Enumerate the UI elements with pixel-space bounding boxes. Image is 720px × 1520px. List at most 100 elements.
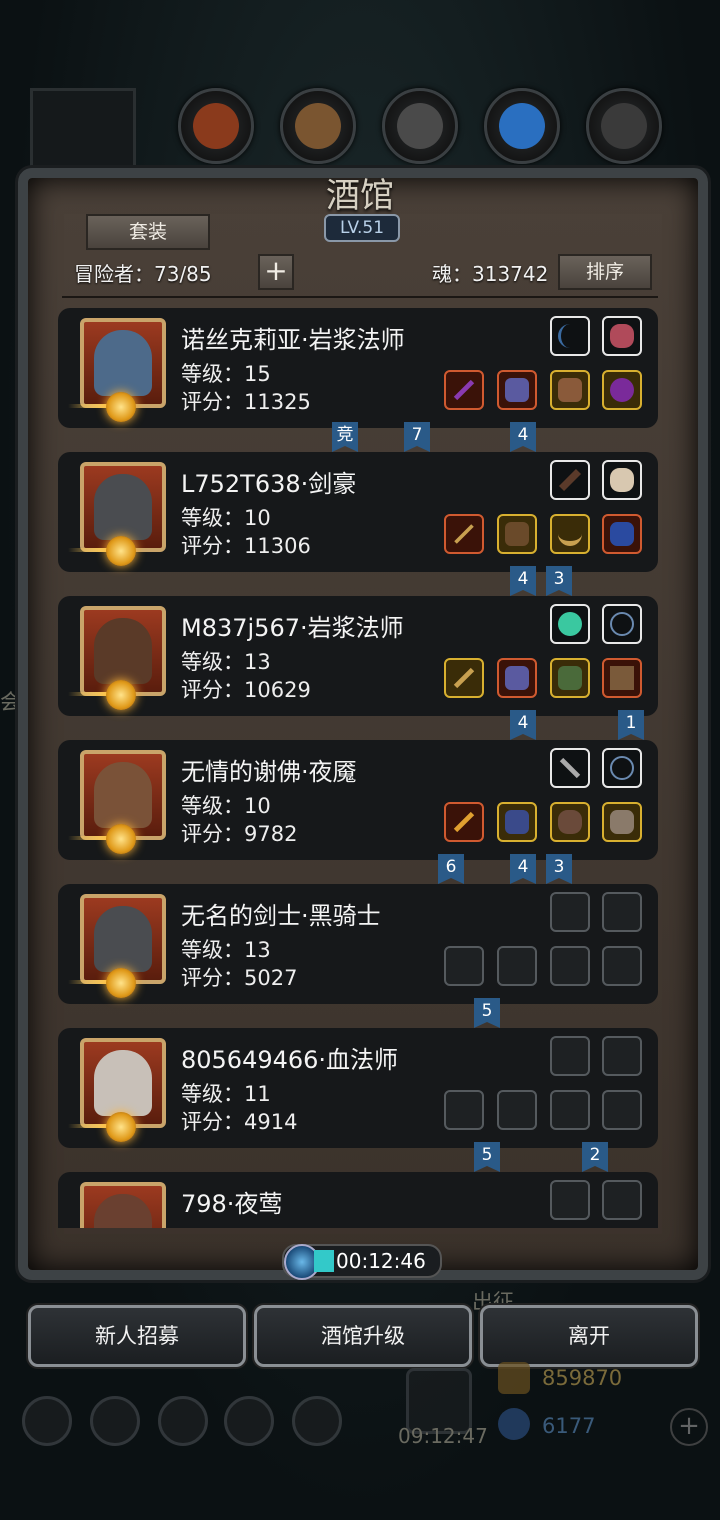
- hero-level: 等级：11: [181, 1082, 271, 1106]
- rank-badge-icon: [106, 1112, 136, 1142]
- hero-name: M837j567·岩浆法师: [181, 614, 404, 642]
- hero-score: 评分：10629: [181, 678, 311, 702]
- hero-card[interactable]: 无情的谢佛·夜魇 等级：10 评分：9782: [58, 740, 658, 860]
- hero-card[interactable]: L752T638·剑豪 等级：10 评分：11306: [58, 452, 658, 572]
- mail-icon[interactable]: [224, 1396, 274, 1446]
- jade-stone-icon[interactable]: [550, 604, 590, 644]
- hero-card[interactable]: M837j567·岩浆法师 等级：13 评分：10629: [58, 596, 658, 716]
- blue-crystal-icon[interactable]: [484, 88, 560, 164]
- timer-progress: [314, 1250, 334, 1272]
- hero-name: 无情的谢佛·夜魇: [181, 758, 357, 786]
- empty-slot-icon[interactable]: [602, 1036, 642, 1076]
- hero-card[interactable]: 无名的剑士·黑骑士 等级：13 评分：5027: [58, 884, 658, 1004]
- gold-coin-icon: [498, 1362, 530, 1394]
- empty-slot-icon[interactable]: [602, 892, 642, 932]
- ribbon-tag: 5: [474, 998, 500, 1028]
- ribbon-tag: 5: [474, 1142, 500, 1172]
- chest-armor-icon[interactable]: [497, 514, 537, 554]
- rank-badge-icon: [106, 824, 136, 854]
- scepter-icon[interactable]: [444, 658, 484, 698]
- empty-slot-icon[interactable]: [550, 1036, 590, 1076]
- empty-weapon-slot-icon[interactable]: [444, 1090, 484, 1130]
- hero-list[interactable]: 诺丝克莉亚·岩浆法师 等级：15 评分：11325 竞 7 4 L752T638…: [40, 300, 680, 1228]
- flaming-sword-icon[interactable]: [444, 802, 484, 842]
- dagger-icon[interactable]: [550, 748, 590, 788]
- empty-slot-icon[interactable]: [550, 892, 590, 932]
- leave-button[interactable]: 离开: [480, 1305, 698, 1367]
- achievement-icon[interactable]: [90, 1396, 140, 1446]
- ribbon-tag: 4: [510, 422, 536, 452]
- blue-gem-icon[interactable]: [602, 514, 642, 554]
- hero-portrait: [80, 1182, 166, 1228]
- hero-name: 无名的剑士·黑骑士: [181, 902, 381, 930]
- potion-icon[interactable]: [602, 316, 642, 356]
- add-slot-button[interactable]: +: [258, 254, 294, 290]
- tavern-level-badge: LV.51: [324, 214, 400, 242]
- armor-icon[interactable]: [497, 370, 537, 410]
- armor-icon[interactable]: [497, 658, 537, 698]
- gift-timer: 09:12:47: [398, 1424, 488, 1448]
- bracer-icon[interactable]: [602, 802, 642, 842]
- empty-ring-slot-icon[interactable]: [550, 946, 590, 986]
- empty-slot-icon[interactable]: [550, 1180, 590, 1220]
- blue-armor-icon[interactable]: [497, 802, 537, 842]
- hero-level: 等级：13: [181, 650, 271, 674]
- horn-icon[interactable]: [550, 514, 590, 554]
- add-gems-icon[interactable]: +: [670, 1408, 708, 1446]
- green-armor-icon[interactable]: [550, 658, 590, 698]
- hero-level: 等级：13: [181, 938, 271, 962]
- wing-decoration: [68, 980, 108, 984]
- basketball-icon[interactable]: [178, 88, 254, 164]
- sort-button[interactable]: 排序: [558, 254, 652, 290]
- rank-badge-icon: [106, 968, 136, 998]
- ribbon-tag: 3: [546, 854, 572, 884]
- panel-title: 酒馆: [326, 176, 394, 216]
- hero-name: 诺丝克莉亚·岩浆法师: [181, 326, 405, 354]
- sword-icon[interactable]: [444, 514, 484, 554]
- bow-icon[interactable]: [550, 316, 590, 356]
- hero-score: 评分：5027: [181, 966, 298, 990]
- upgrade-tavern-button[interactable]: 酒馆升级: [254, 1305, 472, 1367]
- ribbon-tag: 1: [618, 710, 644, 740]
- gem-icon: [498, 1408, 530, 1440]
- hero-score: 评分：9782: [181, 822, 298, 846]
- rank-badge-icon: [106, 392, 136, 422]
- timer-text: 00:12:46: [336, 1249, 426, 1273]
- empty-slot-icon[interactable]: [602, 1180, 642, 1220]
- empty-ring-slot-icon[interactable]: [550, 1090, 590, 1130]
- stone-blocks-icon[interactable]: [382, 88, 458, 164]
- gauntlet-icon[interactable]: [550, 370, 590, 410]
- hero-card[interactable]: 诺丝克莉亚·岩浆法师 等级：15 评分：11325: [58, 308, 658, 428]
- feather-icon[interactable]: [550, 460, 590, 500]
- ribbon-tag: 4: [510, 566, 536, 596]
- empty-ring-slot-icon[interactable]: [602, 946, 642, 986]
- skull-icon[interactable]: [602, 460, 642, 500]
- empty-armor-slot-icon[interactable]: [497, 1090, 537, 1130]
- hero-card[interactable]: 798·夜莺: [58, 1172, 658, 1228]
- wing-decoration: [68, 836, 108, 840]
- ribbon-tag: 竞: [332, 422, 358, 452]
- iron-ingot-icon[interactable]: [586, 88, 662, 164]
- wing-decoration: [68, 548, 108, 552]
- amulet-icon[interactable]: [602, 604, 642, 644]
- hero-card[interactable]: 805649466·血法师 等级：11 评分：4914: [58, 1028, 658, 1148]
- eye-ring-icon[interactable]: [602, 370, 642, 410]
- wing-decoration: [68, 692, 108, 696]
- staff-icon[interactable]: [444, 370, 484, 410]
- wood-plank-icon[interactable]: [280, 88, 356, 164]
- amulet-icon[interactable]: [602, 748, 642, 788]
- ribbon-tag: 4: [510, 710, 536, 740]
- recruit-button[interactable]: 新人招募: [28, 1305, 246, 1367]
- hero-name: 798·夜莺: [181, 1190, 283, 1218]
- suit-button[interactable]: 套装: [86, 214, 210, 250]
- mask-icon[interactable]: [550, 802, 590, 842]
- empty-armor-slot-icon[interactable]: [497, 946, 537, 986]
- settings-icon[interactable]: [22, 1396, 72, 1446]
- hero-score: 评分：4914: [181, 1110, 298, 1134]
- spellbook-icon[interactable]: [602, 658, 642, 698]
- empty-weapon-slot-icon[interactable]: [444, 946, 484, 986]
- wing-decoration: [68, 1124, 108, 1128]
- empty-ring-slot-icon[interactable]: [602, 1090, 642, 1130]
- share-icon[interactable]: [292, 1396, 342, 1446]
- guild-icon[interactable]: [158, 1396, 208, 1446]
